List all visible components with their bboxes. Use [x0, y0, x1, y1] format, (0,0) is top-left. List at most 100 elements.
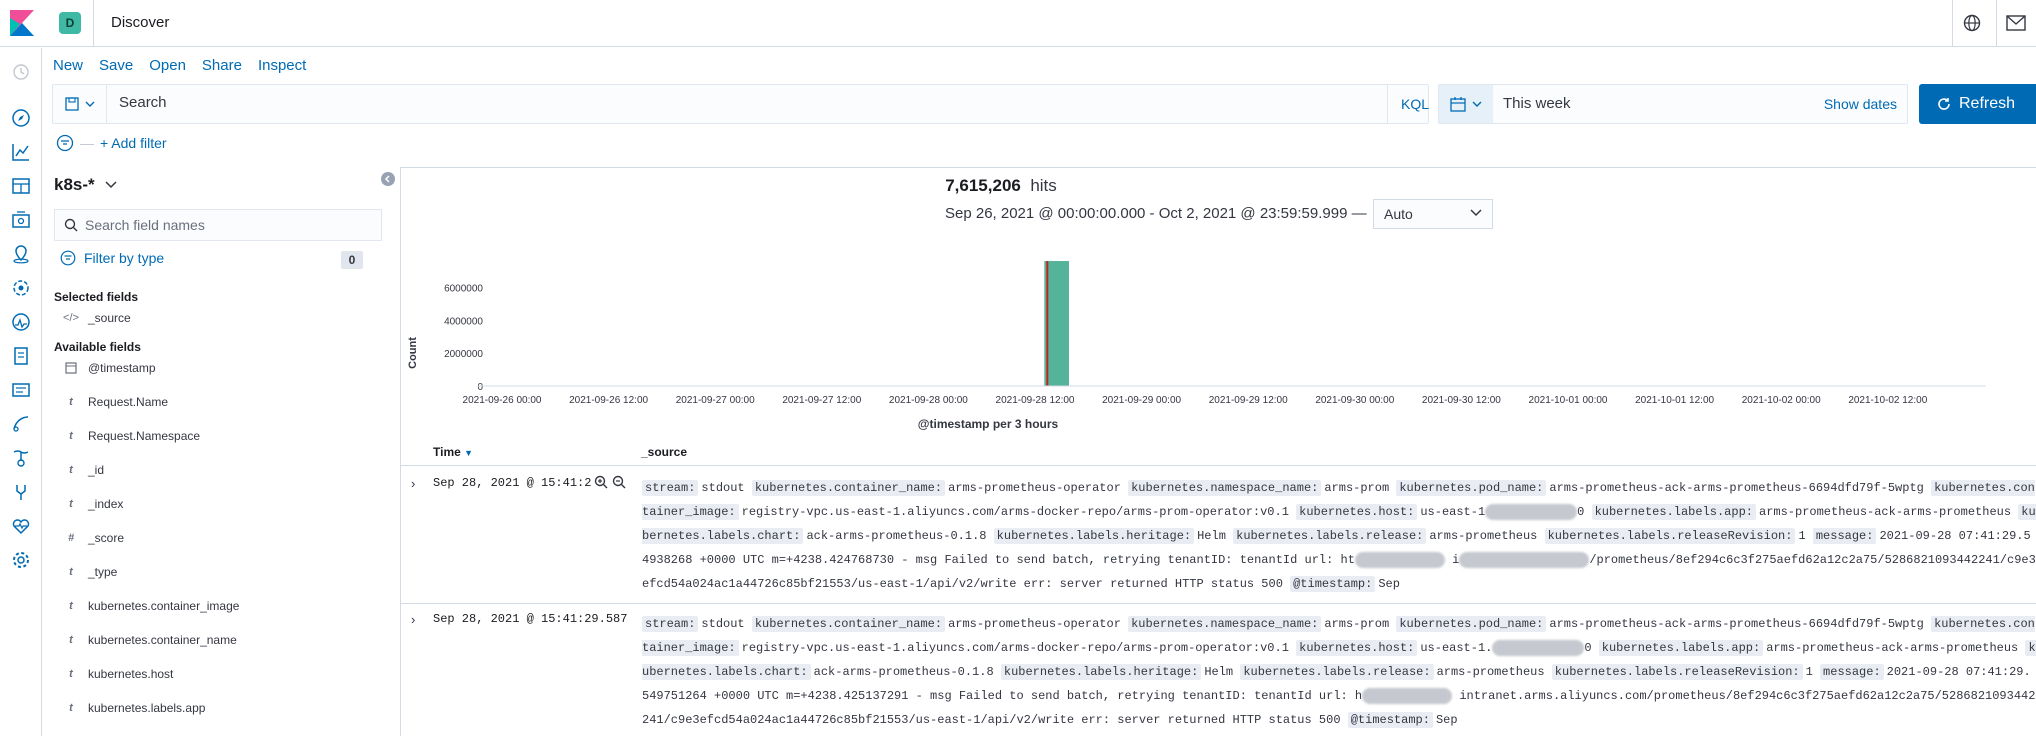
mail-icon[interactable] — [2006, 15, 2026, 31]
field-item[interactable]: t kubernetes.container_name — [60, 630, 237, 650]
field-name: _type — [88, 565, 118, 579]
time-column-header[interactable]: Time ▼ — [433, 445, 473, 459]
filter-options-icon[interactable] — [56, 134, 74, 152]
dashboard-icon[interactable] — [11, 176, 31, 196]
source-field-value: arms-prometheus-ack-arms-prometheus-6694… — [1549, 481, 1924, 495]
field-type-icon: t — [69, 634, 73, 646]
source-field-key: kubernetes.namespace_name: — [1128, 616, 1322, 632]
source-field-value: ack-arms-prometheus-0.1.8 — [806, 529, 987, 543]
expand-row-icon[interactable]: › — [411, 476, 415, 491]
field-name: _source — [88, 311, 131, 325]
zoom-out-icon[interactable] — [612, 475, 626, 489]
uptime-icon[interactable] — [11, 414, 31, 434]
show-dates-link[interactable]: Show dates — [1824, 96, 1897, 112]
quick-menu-button[interactable] — [1439, 85, 1493, 123]
field-type-icon: t — [69, 396, 73, 408]
field-item[interactable]: t _index — [60, 494, 123, 514]
source-field-value: arms-prom — [1324, 481, 1390, 495]
index-pattern-label: k8s-* — [54, 175, 95, 194]
discover-icon[interactable] — [11, 108, 31, 128]
x-tick-label: 2021-09-28 12:00 — [996, 395, 1075, 406]
histogram-chart[interactable]: Count @timestamp per 3 hours 6000000 4000… — [401, 238, 2036, 438]
row-timestamp: Sep 28, 2021 @ 15:41:29.587 — [433, 612, 628, 626]
source-field-key: kubernetes.labels.app: — [1598, 640, 1764, 656]
ml-icon[interactable] — [11, 278, 31, 298]
space-avatar[interactable]: D — [59, 12, 81, 34]
add-filter-button[interactable]: + Add filter — [100, 135, 167, 151]
header-divider — [1996, 0, 1997, 47]
saved-query-button[interactable] — [53, 85, 107, 123]
save-button[interactable]: Save — [99, 57, 133, 74]
filter-bar: — + Add filter — [56, 134, 167, 152]
discover-main: 7,615,206 hits Sep 26, 2021 @ 00:00:00.0… — [400, 167, 2036, 736]
query-bar: KQL — [52, 84, 1429, 124]
field-item[interactable]: @timestamp — [60, 358, 156, 378]
row-zoom-controls — [594, 475, 626, 489]
field-item[interactable]: t _id — [60, 460, 104, 480]
field-item[interactable]: # _score — [60, 528, 124, 548]
maps-icon[interactable] — [11, 244, 31, 264]
field-sidebar: k8s-* Filter by type 0 Selected fields <… — [42, 164, 400, 736]
apm-icon[interactable] — [11, 380, 31, 400]
source-column-header: _source — [641, 445, 688, 459]
source-field-value: stdout — [701, 617, 745, 631]
calendar-icon — [1450, 97, 1466, 112]
canvas-icon[interactable] — [11, 210, 31, 230]
open-button[interactable]: Open — [149, 57, 186, 74]
field-item[interactable]: t kubernetes.container_image — [60, 596, 239, 616]
filter-by-type-label: Filter by type — [84, 250, 165, 266]
table-row[interactable]: › Sep 28, 2021 @ 15:41:29.587 stream: stdou… — [401, 604, 2036, 736]
field-item[interactable]: t kubernetes.host — [60, 664, 173, 684]
index-pattern-selector[interactable]: k8s-* — [54, 175, 117, 195]
field-type-icon: t — [69, 430, 73, 442]
monitoring-icon[interactable] — [11, 516, 31, 536]
field-name: _id — [88, 463, 105, 477]
search-input[interactable] — [119, 94, 1319, 111]
source-field-key: @timestamp: — [1290, 576, 1376, 592]
collapse-sidebar-icon[interactable] — [381, 172, 395, 186]
share-button[interactable]: Share — [202, 57, 242, 74]
source-field-value: Helm — [1204, 665, 1234, 679]
field-item-source[interactable]: </> _source — [60, 308, 131, 328]
redacted-blur — [1354, 551, 1445, 568]
y-tick-label: 2000000 — [444, 349, 483, 360]
help-globe-icon[interactable] — [1963, 14, 1981, 32]
kql-toggle[interactable]: KQL — [1401, 96, 1429, 112]
source-field-value: Sep — [1435, 713, 1458, 727]
visualize-icon[interactable] — [11, 142, 31, 162]
zoom-in-icon[interactable] — [594, 475, 608, 489]
header-divider — [1952, 0, 1953, 47]
time-column-label: Time — [433, 445, 461, 459]
filter-separator-icon: — — [80, 135, 94, 151]
recent-icon[interactable] — [11, 62, 31, 82]
field-item[interactable]: t _type — [60, 562, 117, 582]
siem-icon[interactable] — [11, 448, 31, 468]
new-button[interactable]: New — [53, 57, 83, 74]
y-axis-label: Count — [407, 337, 419, 369]
source-field-value: arms-prometheus — [1436, 665, 1545, 679]
metrics-icon[interactable] — [11, 312, 31, 332]
sort-desc-icon[interactable]: ▼ — [464, 448, 473, 458]
management-icon[interactable] — [11, 550, 31, 570]
date-range-value[interactable]: This week — [1503, 95, 1571, 112]
filter-by-type-button[interactable]: Filter by type — [60, 250, 164, 266]
inspect-button[interactable]: Inspect — [258, 57, 306, 74]
logs-icon[interactable] — [11, 346, 31, 366]
expand-row-icon[interactable]: › — [411, 612, 415, 627]
refresh-button[interactable]: Refresh — [1919, 84, 2036, 124]
source-field-key: kubernetes.host: — [1296, 640, 1418, 656]
field-item[interactable]: t kubernetes.labels.app — [60, 698, 205, 718]
source-field-key: kubernetes.labels.releaseRevision: — [1544, 528, 1796, 544]
source-field-key: kubernetes.labels.releaseRevision: — [1551, 664, 1803, 680]
time-range-label: Sep 26, 2021 @ 00:00:00.000 - Oct 2, 202… — [945, 205, 1367, 222]
interval-select[interactable]: Auto — [1373, 199, 1493, 229]
field-search-input[interactable] — [85, 217, 365, 233]
redacted-blur — [1485, 503, 1578, 520]
kibana-logo-icon[interactable] — [10, 10, 34, 36]
source-field-key: kubernetes.pod_name: — [1396, 616, 1547, 632]
field-item[interactable]: t Request.Namespace — [60, 426, 200, 446]
table-row[interactable]: › Sep 28, 2021 @ 15:41:2 stream: stdout kub… — [401, 468, 2036, 604]
dev-tools-icon[interactable] — [11, 482, 31, 502]
field-item[interactable]: t Request.Name — [60, 392, 168, 412]
source-field-key: kubernetes.pod_name: — [1396, 480, 1547, 496]
